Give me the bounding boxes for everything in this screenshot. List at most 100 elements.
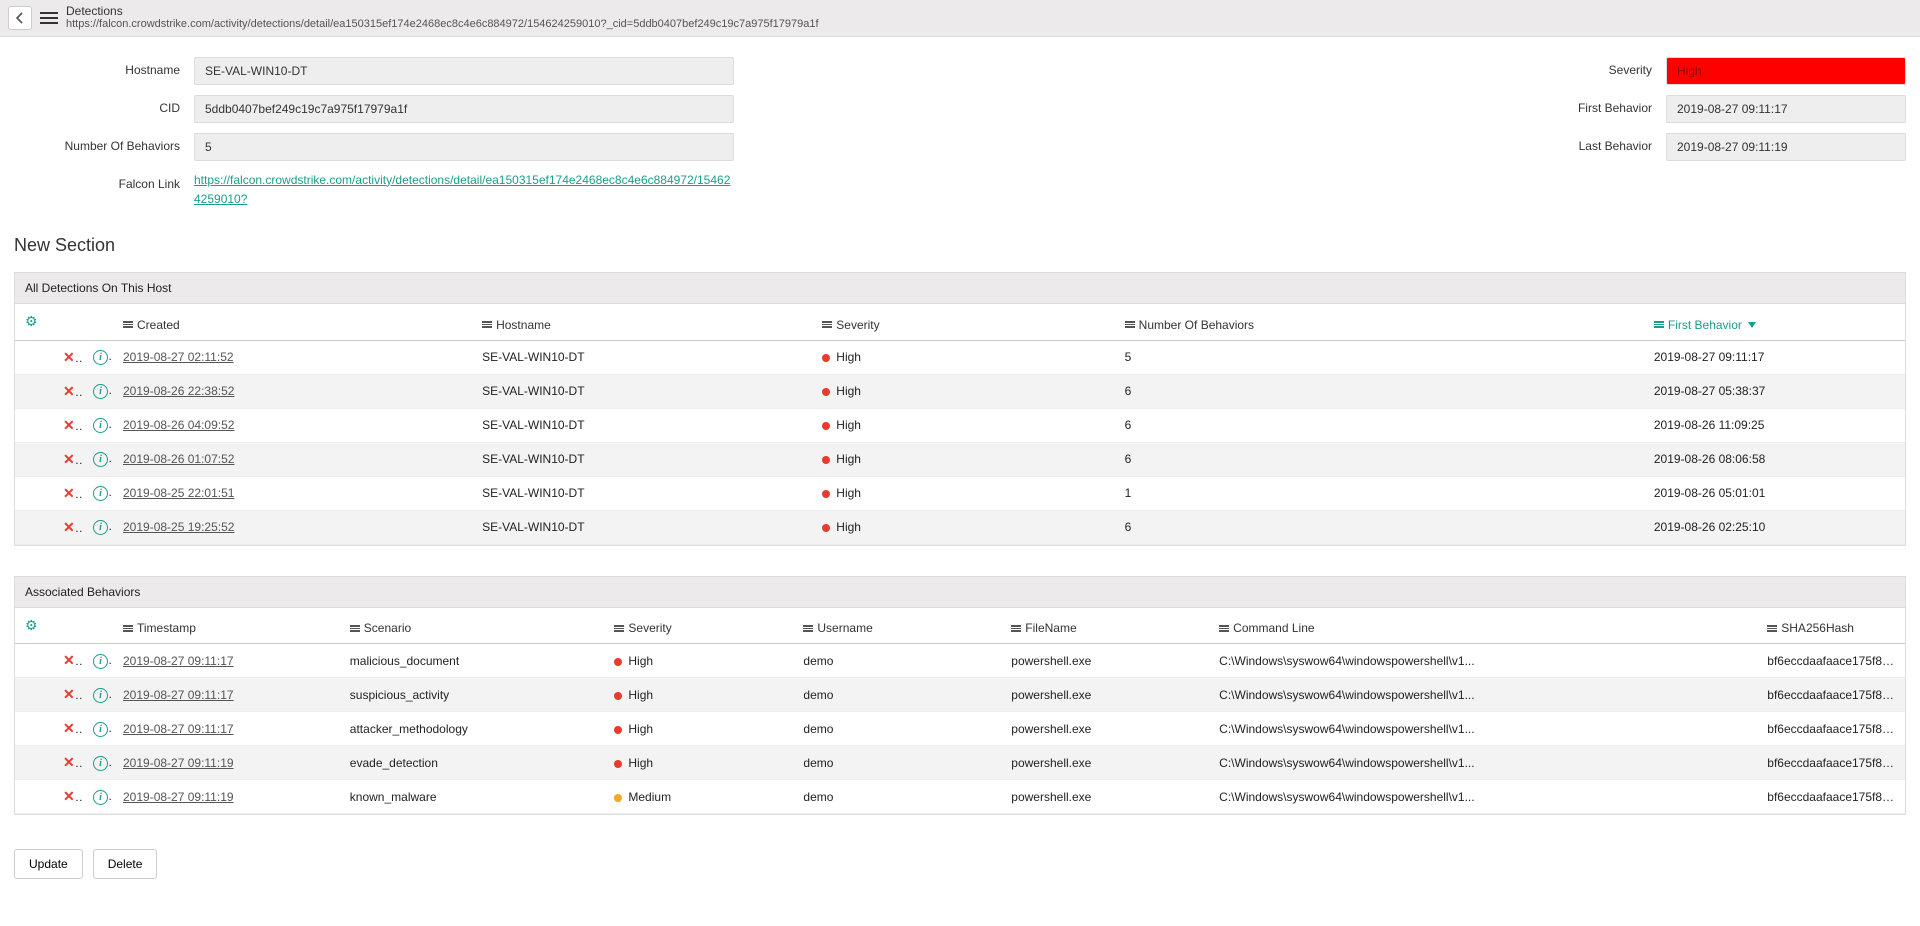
severity-cell: High <box>812 340 1114 374</box>
timestamp-link[interactable]: 2019-08-27 09:11:17 <box>123 654 234 668</box>
page-title: Detections <box>66 4 819 18</box>
update-button[interactable]: Update <box>14 849 83 879</box>
cmdline-cell: C:\Windows\syswow64\windowspowershell\v1… <box>1209 644 1757 678</box>
info-icon[interactable] <box>93 418 108 433</box>
sha256-cell: bf6eccdaafaace175f812183c11b <box>1757 644 1905 678</box>
hostname-cell: SE-VAL-WIN10-DT <box>472 476 812 510</box>
info-icon[interactable] <box>93 654 108 669</box>
col-header-num-behaviors[interactable]: Number Of Behaviors <box>1115 304 1644 340</box>
section-heading: New Section <box>0 229 1920 272</box>
col-header-cmdline[interactable]: Command Line <box>1209 608 1757 644</box>
timestamp-link[interactable]: 2019-08-27 09:11:17 <box>123 688 234 702</box>
info-icon[interactable] <box>93 688 108 703</box>
username-cell: demo <box>793 712 1001 746</box>
created-link[interactable]: 2019-08-26 04:09:52 <box>123 418 234 432</box>
info-icon[interactable] <box>93 350 108 365</box>
created-link[interactable]: 2019-08-26 22:38:52 <box>123 384 234 398</box>
last-behavior-label: Last Behavior <box>1526 133 1666 153</box>
cmdline-cell: C:\Windows\syswow64\windowspowershell\v1… <box>1209 780 1757 814</box>
col-header-filename[interactable]: FileName <box>1001 608 1209 644</box>
table-row[interactable]: ✕2019-08-25 22:01:51SE-VAL-WIN10-DTHigh1… <box>15 476 1905 510</box>
hostname-cell: SE-VAL-WIN10-DT <box>472 442 812 476</box>
table-row[interactable]: ✕2019-08-27 09:11:17malicious_documentHi… <box>15 644 1905 678</box>
delete-row-icon[interactable]: ✕ <box>63 383 83 399</box>
num-behaviors-field[interactable]: 5 <box>194 133 734 161</box>
hamburger-menu[interactable] <box>40 12 58 24</box>
num-behaviors-cell: 6 <box>1115 408 1644 442</box>
created-link[interactable]: 2019-08-27 02:11:52 <box>123 350 234 364</box>
detections-table: ⚙ Created Hostname Severity Number Of Be… <box>15 304 1905 545</box>
table-row[interactable]: ✕2019-08-27 02:11:52SE-VAL-WIN10-DTHigh5… <box>15 340 1905 374</box>
back-button[interactable] <box>8 6 32 30</box>
scenario-cell: malicious_document <box>340 644 605 678</box>
last-behavior-field[interactable]: 2019-08-27 09:11:19 <box>1666 133 1906 161</box>
info-icon[interactable] <box>93 486 108 501</box>
info-icon[interactable] <box>93 722 108 737</box>
table-row[interactable]: ✕2019-08-27 09:11:19known_malwareMediumd… <box>15 780 1905 814</box>
top-header: Detections https://falcon.crowdstrike.co… <box>0 0 1920 37</box>
summary-left: Hostname SE-VAL-WIN10-DT CID 5ddb0407bef… <box>14 57 734 219</box>
scenario-cell: suspicious_activity <box>340 678 605 712</box>
severity-cell: High <box>812 442 1114 476</box>
cid-field[interactable]: 5ddb0407bef249c19c7a975f17979a1f <box>194 95 734 123</box>
table-row[interactable]: ✕2019-08-25 19:25:52SE-VAL-WIN10-DTHigh6… <box>15 510 1905 544</box>
severity-dot-icon <box>822 524 830 532</box>
created-link[interactable]: 2019-08-26 01:07:52 <box>123 452 234 466</box>
info-icon[interactable] <box>93 790 108 805</box>
num-behaviors-cell: 6 <box>1115 374 1644 408</box>
scenario-cell: known_malware <box>340 780 605 814</box>
col-header-severity[interactable]: Severity <box>604 608 793 644</box>
timestamp-link[interactable]: 2019-08-27 09:11:17 <box>123 722 234 736</box>
delete-row-icon[interactable]: ✕ <box>63 519 83 535</box>
col-header-severity[interactable]: Severity <box>812 304 1114 340</box>
delete-row-icon[interactable]: ✕ <box>63 485 83 501</box>
severity-dot-icon <box>614 726 622 734</box>
first-behavior-field[interactable]: 2019-08-27 09:11:17 <box>1666 95 1906 123</box>
filename-cell: powershell.exe <box>1001 780 1209 814</box>
col-header-username[interactable]: Username <box>793 608 1001 644</box>
delete-row-icon[interactable]: ✕ <box>63 720 83 736</box>
table-row[interactable]: ✕2019-08-27 09:11:19evade_detectionHighd… <box>15 746 1905 780</box>
delete-row-icon[interactable]: ✕ <box>63 349 83 365</box>
info-icon[interactable] <box>93 756 108 771</box>
delete-row-icon[interactable]: ✕ <box>63 686 83 702</box>
delete-row-icon[interactable]: ✕ <box>63 417 83 433</box>
severity-dot-icon <box>614 658 622 666</box>
col-label: Timestamp <box>137 621 196 635</box>
created-link[interactable]: 2019-08-25 22:01:51 <box>123 486 234 500</box>
info-icon[interactable] <box>93 452 108 467</box>
table-row[interactable]: ✕2019-08-26 04:09:52SE-VAL-WIN10-DTHigh6… <box>15 408 1905 442</box>
col-header-scenario[interactable]: Scenario <box>340 608 605 644</box>
sha256-cell: bf6eccdaafaace175f812183c11b <box>1757 712 1905 746</box>
cmdline-cell: C:\Windows\syswow64\windowspowershell\v1… <box>1209 712 1757 746</box>
falcon-link-label: Falcon Link <box>14 171 194 191</box>
table-row[interactable]: ✕2019-08-27 09:11:17suspicious_activityH… <box>15 678 1905 712</box>
col-header-sha256[interactable]: SHA256Hash <box>1757 608 1905 644</box>
table-row[interactable]: ✕2019-08-26 22:38:52SE-VAL-WIN10-DTHigh6… <box>15 374 1905 408</box>
col-label: Scenario <box>364 621 411 635</box>
table-row[interactable]: ✕ 2019-08-27 09:11:17 attacker_methodology… <box>15 712 1905 746</box>
timestamp-link[interactable]: 2019-08-27 09:11:19 <box>123 756 234 770</box>
timestamp-link[interactable]: 2019-08-27 09:11:19 <box>123 790 234 804</box>
falcon-link[interactable]: https://falcon.crowdstrike.com/activity/… <box>194 173 730 206</box>
delete-row-icon[interactable]: ✕ <box>63 652 83 668</box>
gear-icon[interactable]: ⚙ <box>25 313 38 329</box>
col-header-timestamp[interactable]: Timestamp <box>113 608 340 644</box>
hostname-field[interactable]: SE-VAL-WIN10-DT <box>194 57 734 85</box>
severity-cell: Medium <box>604 780 793 814</box>
delete-button[interactable]: Delete <box>93 849 158 879</box>
col-header-created[interactable]: Created <box>113 304 472 340</box>
scenario-cell: attacker_methodology <box>340 712 605 746</box>
col-header-first-behavior[interactable]: First Behavior <box>1644 304 1905 340</box>
info-icon[interactable] <box>93 384 108 399</box>
table-row[interactable]: ✕2019-08-26 01:07:52SE-VAL-WIN10-DTHigh6… <box>15 442 1905 476</box>
created-link[interactable]: 2019-08-25 19:25:52 <box>123 520 234 534</box>
delete-row-icon[interactable]: ✕ <box>63 788 83 804</box>
gear-icon[interactable]: ⚙ <box>25 617 38 633</box>
header-text: Detections https://falcon.crowdstrike.co… <box>66 4 819 32</box>
delete-row-icon[interactable]: ✕ <box>63 451 83 467</box>
delete-row-icon[interactable]: ✕ <box>63 754 83 770</box>
col-header-hostname[interactable]: Hostname <box>472 304 812 340</box>
severity-field[interactable]: High <box>1666 57 1906 85</box>
info-icon[interactable] <box>93 520 108 535</box>
